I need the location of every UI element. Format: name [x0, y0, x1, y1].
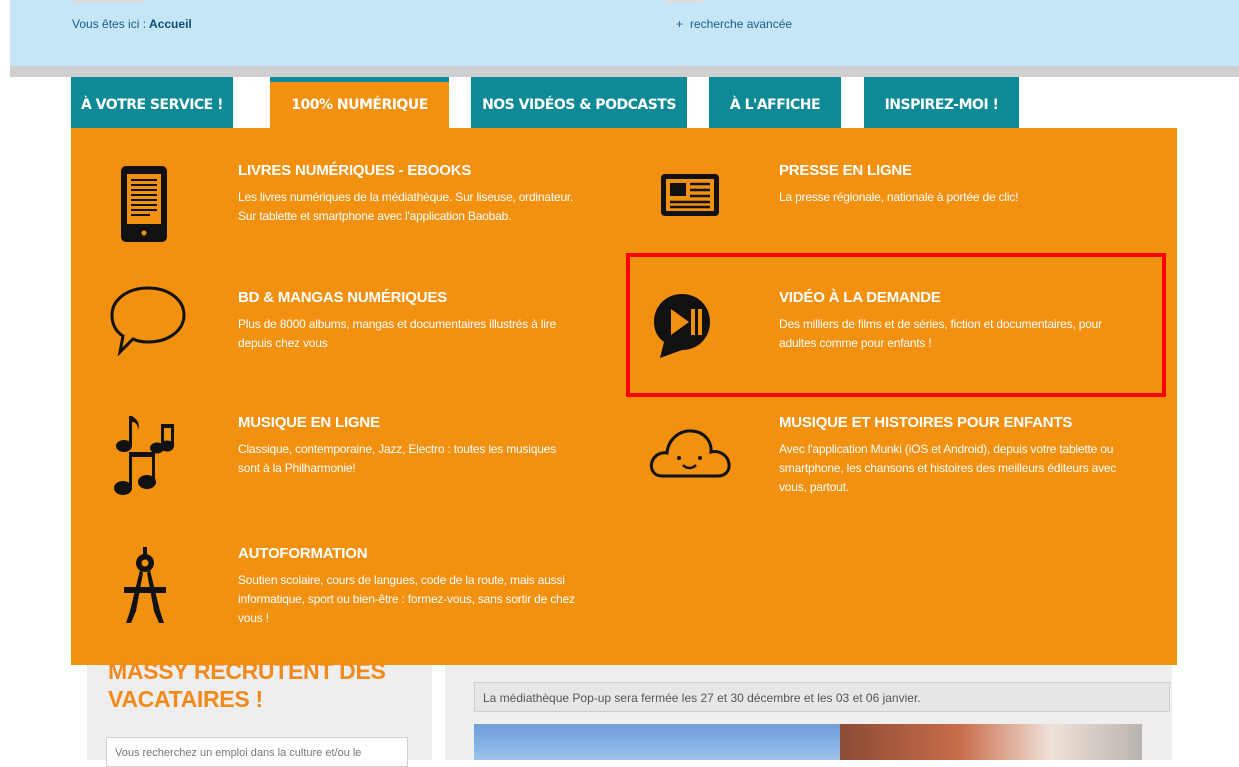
closure-notice: La médiathèque Pop-up sera fermée les 27… — [474, 682, 1170, 712]
recruitment-text-box: Vous recherchez un emploi dans la cultur… — [106, 737, 408, 767]
menu-item-bd-mangas[interactable]: BD & MANGAS NUMÉRIQUES Plus de 8000 albu… — [238, 289, 618, 353]
top-bar: Vous êtes ici : Accueil + recherche avancé… — [10, 0, 1239, 66]
tab-a-l-affiche[interactable]: À L'AFFICHE — [709, 77, 841, 128]
menu-item-desc: Les livres numériques de la médiathèque.… — [238, 190, 574, 204]
advanced-search-label: recherche avancée — [690, 17, 793, 31]
menu-item-title[interactable]: AUTOFORMATION — [238, 545, 618, 562]
menu-item-desc: vous ! — [238, 611, 269, 625]
banner-image-concert[interactable] — [840, 724, 1142, 760]
highlight-box — [626, 253, 1166, 397]
recruitment-heading-line: MASSY RECRUTENT DES — [108, 658, 386, 684]
nav-divider — [10, 66, 1239, 77]
menu-item-title[interactable]: MUSIQUE EN LIGNE — [238, 414, 618, 431]
compass-icon — [124, 547, 166, 623]
menu-item-title[interactable]: MUSIQUE ET HISTOIRES POUR ENFANTS — [779, 414, 1159, 431]
tab-100-numerique[interactable]: 100% NUMÉRIQUE — [270, 77, 449, 128]
menu-item-desc: informatique, sport ou bien-être : forme… — [238, 592, 575, 606]
ereader-icon — [121, 166, 167, 242]
speech-bubble-icon — [110, 286, 186, 356]
menu-item-desc: Plus de 8000 albums, mangas et documenta… — [238, 317, 556, 331]
menu-item-autoformation[interactable]: AUTOFORMATION Soutien scolaire, cours de… — [238, 545, 618, 628]
top-fringe — [665, 0, 703, 3]
newspaper-icon — [661, 174, 719, 216]
menu-item-livres-numeriques[interactable]: LIVRES NUMÉRIQUES - EBOOKS Les livres nu… — [238, 162, 618, 226]
menu-item-desc: Classique, contemporaine, Jazz, Electro … — [238, 442, 556, 456]
tab-inspirez-moi[interactable]: INSPIREZ-MOI ! — [864, 77, 1019, 128]
music-notes-icon — [114, 416, 174, 495]
smiling-cloud-icon — [649, 429, 731, 478]
menu-item-desc: vous, partout. — [779, 480, 849, 494]
menu-item-desc: Sur tablette et smartphone avec l'applic… — [238, 209, 512, 223]
banner-image-sky[interactable] — [474, 724, 840, 760]
recruitment-heading[interactable]: MASSY RECRUTENT DES VACATAIRES ! — [108, 657, 408, 713]
breadcrumb-label: Vous êtes ici : — [72, 17, 147, 31]
tab-a-votre-service[interactable]: À VOTRE SERVICE ! — [71, 77, 233, 128]
plus-icon: + — [676, 17, 684, 31]
breadcrumb-home-link[interactable]: Accueil — [149, 17, 192, 31]
menu-item-desc: depuis chez vous — [238, 336, 328, 350]
breadcrumb: Vous êtes ici : Accueil — [72, 17, 192, 31]
recruitment-heading-line: VACATAIRES ! — [108, 686, 263, 712]
menu-item-desc: sont à la Philharmonie! — [238, 461, 356, 475]
menu-item-title[interactable]: PRESSE EN LIGNE — [779, 162, 1159, 179]
tab-nos-videos-podcasts[interactable]: NOS VIDÉOS & PODCASTS — [471, 77, 687, 128]
menu-item-desc: smartphone, les chansons et histoires de… — [779, 461, 1117, 475]
menu-item-musique-histoires-enfants[interactable]: MUSIQUE ET HISTOIRES POUR ENFANTS Avec l… — [779, 414, 1159, 497]
top-fringe — [72, 0, 144, 3]
menu-item-desc: Soutien scolaire, cours de langues, code… — [238, 573, 565, 587]
menu-item-title[interactable]: LIVRES NUMÉRIQUES - EBOOKS — [238, 162, 618, 179]
menu-item-musique-en-ligne[interactable]: MUSIQUE EN LIGNE Classique, contemporain… — [238, 414, 618, 478]
menu-item-title[interactable]: BD & MANGAS NUMÉRIQUES — [238, 289, 618, 306]
menu-item-desc: Avec l'application Munki (iOS et Android… — [779, 442, 1114, 456]
menu-item-desc: La presse régionale, nationale à portée … — [779, 190, 1019, 204]
advanced-search-link[interactable]: + recherche avancée — [676, 17, 792, 31]
menu-item-presse-en-ligne[interactable]: PRESSE EN LIGNE La presse régionale, nat… — [779, 162, 1159, 207]
